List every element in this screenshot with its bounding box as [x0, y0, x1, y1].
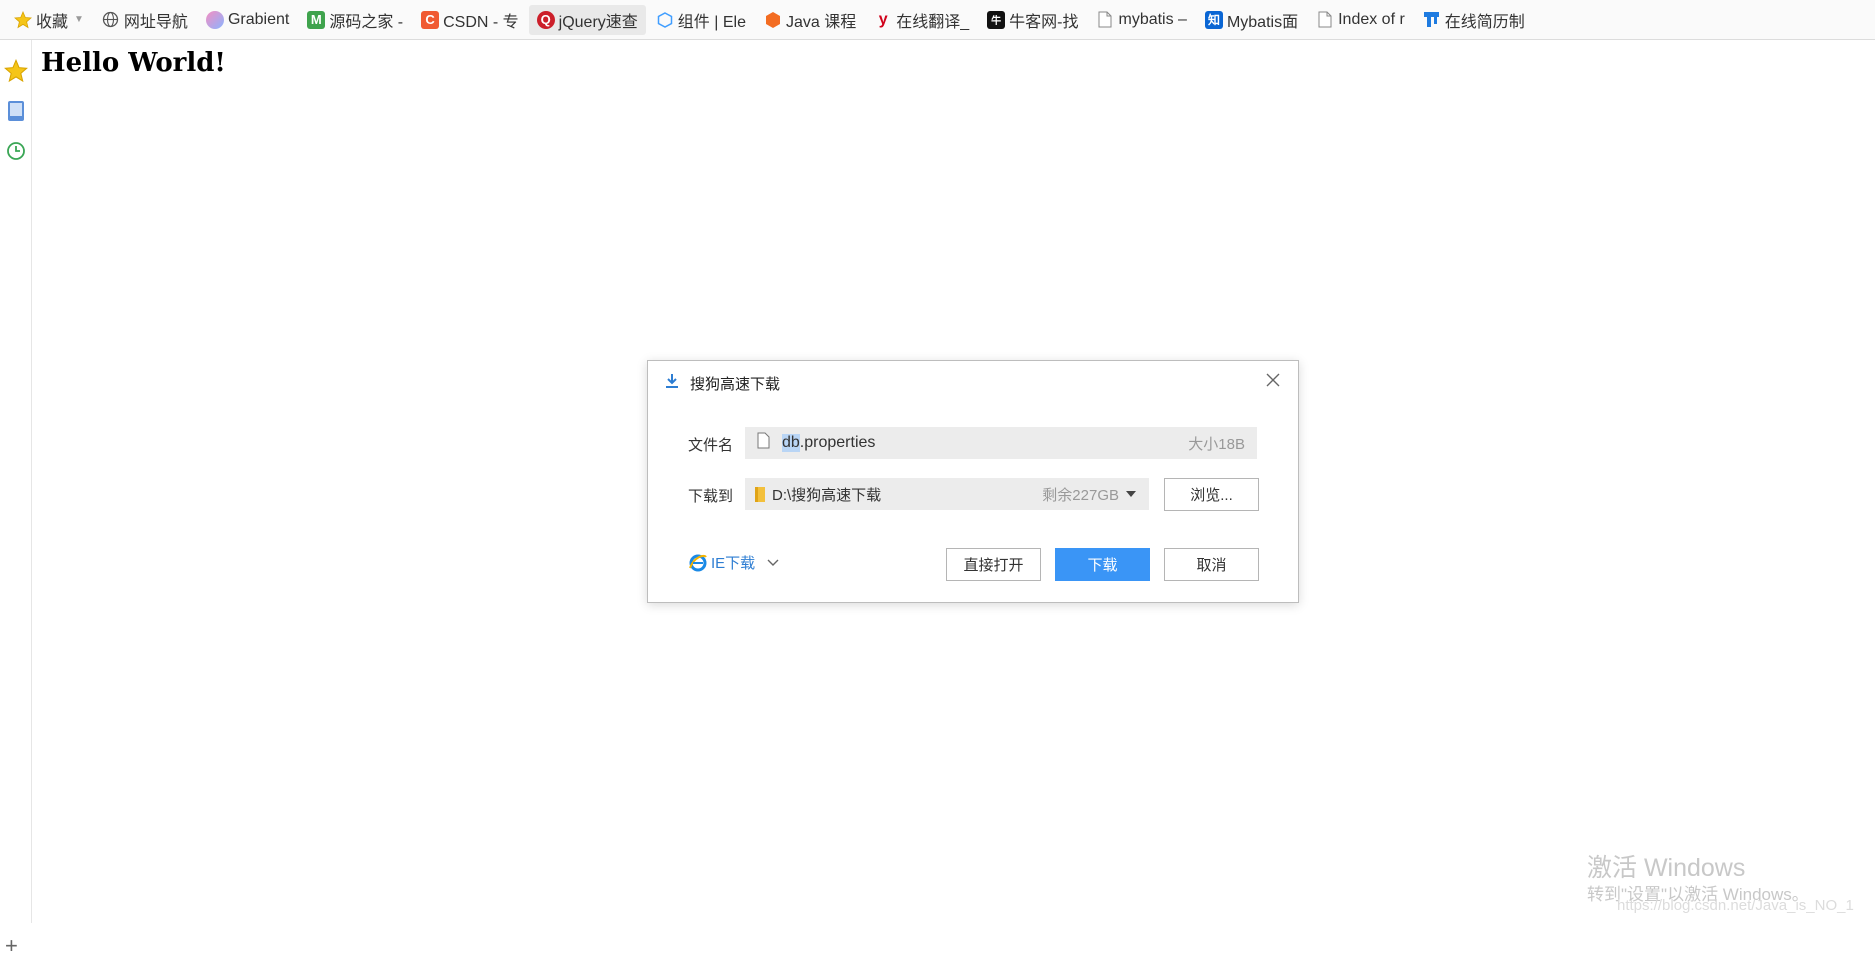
add-icon[interactable]: +	[5, 933, 18, 959]
download-icon	[664, 373, 680, 393]
bookmark-label: 源码之家 -	[329, 13, 404, 31]
left-sidebar: +	[0, 40, 32, 958]
bookmark-item[interactable]: Java 课程	[756, 5, 864, 35]
bookmarks-bar: 收藏 ▼ 网址导航 Grabient M 源码之家 - C CSDN - 专 Q…	[0, 0, 1875, 40]
ie-icon	[688, 553, 708, 573]
page-icon	[1096, 11, 1114, 29]
bookmark-item[interactable]: mybatis –	[1088, 5, 1194, 35]
browse-button[interactable]: 浏览...	[1164, 478, 1259, 511]
download-dialog: 搜狗高速下载 文件名 db .properties 大小18B 下载到 D:\搜…	[647, 360, 1299, 603]
download-button[interactable]: 下载	[1055, 548, 1150, 581]
page-heading: Hello World!	[41, 48, 226, 78]
free-space: 剩余227GB	[1042, 486, 1119, 504]
ie-download-label: IE下载	[711, 555, 756, 572]
bookmark-label: 组件 | Ele	[677, 13, 746, 31]
grabient-icon	[205, 10, 224, 29]
dialog-title-text: 搜狗高速下载	[690, 375, 781, 393]
filename-field[interactable]: db .properties 大小18B	[745, 427, 1257, 459]
youdao-icon: y	[878, 10, 888, 28]
page-icon	[1316, 11, 1334, 29]
bookmark-label: 在线简历制	[1444, 13, 1525, 31]
bookmark-label: mybatis –	[1118, 10, 1187, 28]
bookmark-item[interactable]: 牛 牛客网-找	[979, 5, 1086, 35]
bookmark-item[interactable]: Q jQuery速查	[528, 4, 646, 35]
bookmark-label: Java 课程	[785, 13, 857, 31]
bookmark-item[interactable]: Grabient	[198, 5, 297, 35]
filename-extension: .properties	[799, 434, 876, 451]
filename-label: 文件名	[688, 437, 734, 454]
element-icon	[656, 11, 674, 29]
bookmark-label: Index of r	[1338, 10, 1405, 28]
bookmark-label: Grabient	[227, 10, 290, 28]
jquery-icon: Q	[536, 10, 555, 29]
nowcoder-icon: 牛	[987, 10, 1006, 29]
saveto-label: 下载到	[688, 488, 734, 505]
zhihu-icon: 知	[1204, 10, 1223, 29]
directory-path: D:\搜狗高速下载	[772, 486, 882, 504]
bookmark-item[interactable]: 组件 | Ele	[648, 5, 754, 35]
source-url-watermark: https://blog.csdn.net/Java_is_NO_1	[1617, 897, 1854, 914]
file-icon	[757, 432, 770, 454]
bookmark-item[interactable]: y 在线翻译_	[866, 5, 977, 35]
globe-icon	[102, 11, 120, 29]
bookmark-label: 牛客网-找	[1009, 13, 1079, 31]
bookmark-label: 网址导航	[123, 13, 188, 31]
file-size: 大小18B	[1188, 435, 1245, 453]
bookmark-label: Mybatis面	[1226, 13, 1299, 31]
filename-selected-text: db	[782, 434, 800, 452]
bookmark-item[interactable]: Index of r	[1308, 5, 1413, 35]
bookmark-item[interactable]: M 源码之家 -	[299, 5, 411, 35]
bookmark-label: CSDN - 专	[443, 13, 519, 31]
chevron-down-icon[interactable]	[767, 559, 779, 567]
directory-select[interactable]: D:\搜狗高速下载 剩余227GB	[745, 478, 1149, 510]
star-icon[interactable]	[3, 58, 29, 84]
chevron-down-icon[interactable]	[1125, 490, 1137, 498]
m-logo-icon: M	[307, 10, 326, 29]
resume-icon	[1423, 11, 1441, 29]
bookmark-item[interactable]: 知 Mybatis面	[1197, 5, 1306, 35]
csdn-icon: C	[421, 10, 440, 29]
bookmark-label: jQuery速查	[558, 13, 638, 31]
chevron-down-icon[interactable]: ▼	[74, 14, 84, 25]
history-clock-icon[interactable]	[3, 138, 29, 164]
star-icon	[14, 10, 32, 29]
bookmark-item[interactable]: C CSDN - 专	[413, 5, 527, 35]
java-course-icon	[764, 11, 782, 29]
bookmark-label: 在线翻译_	[896, 13, 970, 31]
cancel-button[interactable]: 取消	[1164, 548, 1259, 581]
ie-download-link[interactable]: IE下载	[688, 552, 779, 573]
activation-watermark-title: 激活 Windows	[1587, 854, 1746, 882]
bookmark-item[interactable]: 网址导航	[94, 5, 196, 35]
reader-icon[interactable]	[3, 98, 29, 124]
dialog-title: 搜狗高速下载	[664, 371, 780, 395]
bookmark-favorites[interactable]: 收藏 ▼	[6, 5, 92, 35]
bookmark-item[interactable]: 在线简历制	[1415, 5, 1533, 35]
bookmark-label: 收藏	[36, 13, 69, 31]
close-icon[interactable]	[1264, 371, 1284, 391]
open-directly-button[interactable]: 直接打开	[946, 548, 1041, 581]
folder-icon	[754, 486, 766, 503]
